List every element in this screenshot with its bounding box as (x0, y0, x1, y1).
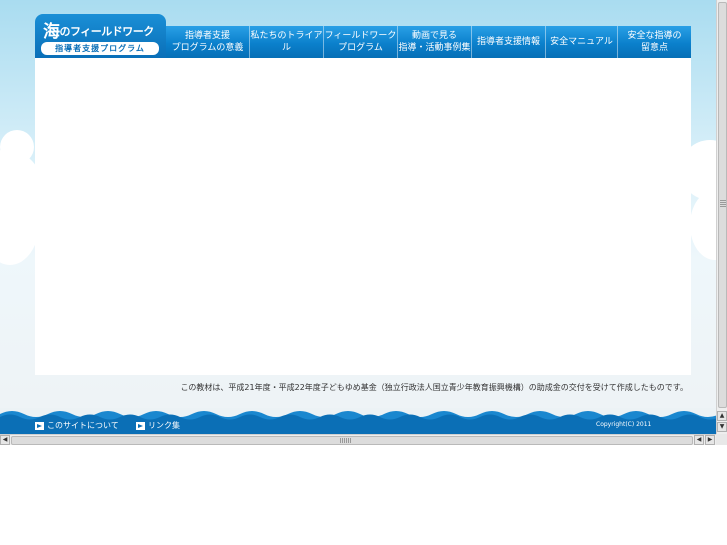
grip-icon (340, 438, 352, 443)
nav-item-video-cases[interactable]: 動画で見る 指導・活動事例集 (398, 26, 472, 58)
funding-notice: この教材は、平成21年度・平成22年度子どもゆめ基金（独立行政法人国立青少年教育… (180, 383, 688, 392)
scroll-left-button-end[interactable]: ◀ (694, 435, 704, 445)
logo-title: 海のフィールドワーク (43, 22, 154, 42)
footer-link-links-label: リンク集 (148, 421, 180, 430)
logo-subtitle: 指導者支援プログラム (41, 42, 159, 55)
scroll-left-button[interactable]: ◀ (0, 435, 10, 445)
vertical-scroll-thumb[interactable] (718, 2, 727, 408)
footer-link-about-label: このサイトについて (47, 421, 119, 430)
nav-item-safety-manual[interactable]: 安全マニュアル (546, 26, 618, 58)
global-navigation: 指導者支援 プログラムの意義 私たちのトライアル フィールドワーク プログラム … (166, 26, 691, 58)
scroll-up-button[interactable]: ▲ (717, 411, 727, 421)
vertical-scrollbar[interactable]: ▲ ▼ (716, 0, 727, 434)
nav-item-leader-support-info[interactable]: 指導者支援情報 (472, 26, 546, 58)
horizontal-scrollbar[interactable]: ◀ ◀ ▶ (0, 434, 716, 445)
footer-link-about[interactable]: このサイトについて (35, 420, 119, 431)
nav-item-our-trial[interactable]: 私たちのトライアル (250, 26, 324, 58)
scroll-down-button[interactable]: ▼ (717, 422, 727, 432)
copyright-text: Copyright(C) 2011 (596, 421, 652, 428)
nav-item-fieldwork-program[interactable]: フィールドワーク プログラム (324, 26, 398, 58)
cloud-decoration (690, 190, 716, 260)
page-viewport: 海のフィールドワーク 指導者支援プログラム 指導者支援 プログラムの意義 私たち… (0, 0, 716, 434)
main-content-area (35, 58, 691, 375)
wave-decoration (0, 408, 716, 420)
arrow-right-icon (35, 421, 44, 430)
footer-link-links[interactable]: リンク集 (136, 420, 180, 431)
nav-item-program-significance[interactable]: 指導者支援 プログラムの意義 (166, 26, 250, 58)
cloud-decoration (0, 130, 34, 164)
horizontal-scroll-thumb[interactable] (11, 436, 693, 445)
arrow-right-icon (136, 421, 145, 430)
scroll-right-button[interactable]: ▶ (705, 435, 715, 445)
site-footer: このサイトについて リンク集 Copyright(C) 2011 (0, 408, 716, 434)
grip-icon (720, 200, 726, 208)
nav-item-safe-guidance-points[interactable]: 安全な指導の 留意点 (618, 26, 691, 58)
site-logo[interactable]: 海のフィールドワーク 指導者支援プログラム (35, 14, 166, 58)
scrollbar-corner (716, 434, 727, 445)
